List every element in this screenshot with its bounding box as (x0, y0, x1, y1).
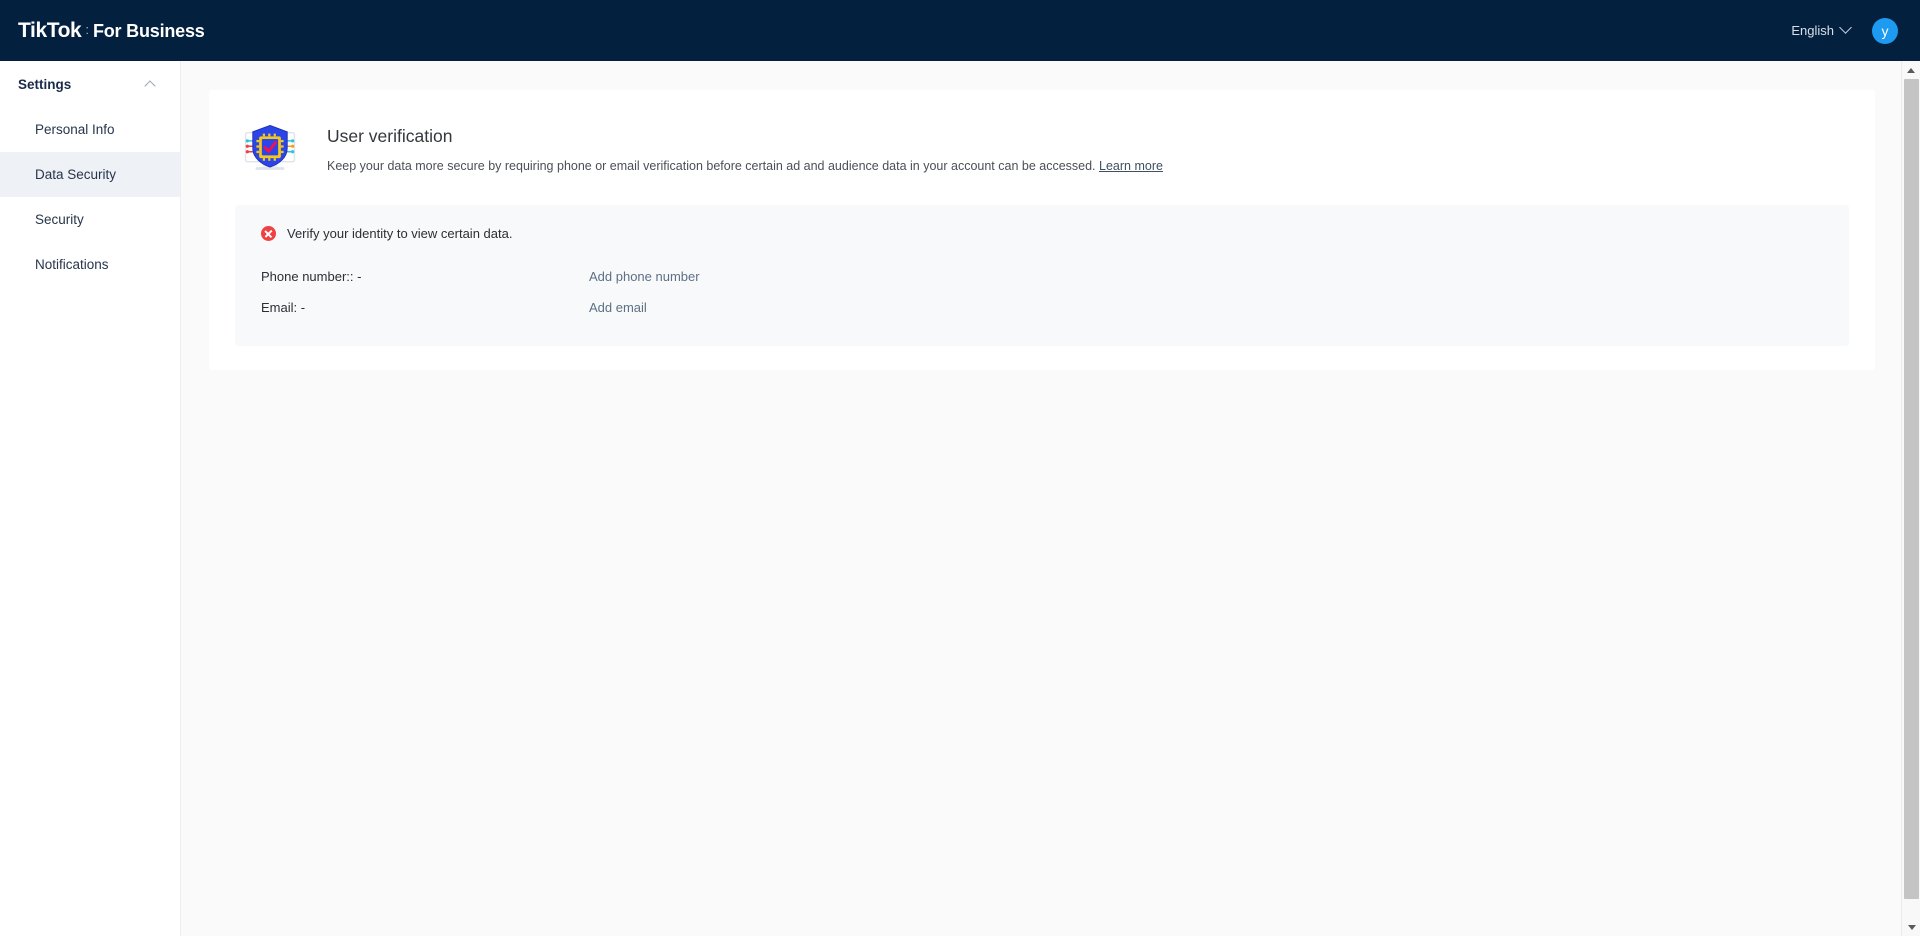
sidebar-item-personal-info[interactable]: Personal Info (0, 107, 180, 152)
phone-number-label: Phone number:: - (261, 269, 362, 284)
scroll-down-arrow-icon (1907, 924, 1916, 930)
tiktok-for-business-logo[interactable]: TikTok : For Business (18, 19, 205, 43)
sidebar-item-label: Personal Info (35, 122, 115, 137)
main-content-area: User verification Keep your data more se… (181, 61, 1901, 936)
card-description: Keep your data more secure by requiring … (327, 158, 1163, 176)
add-phone-number-link[interactable]: Add phone number (589, 269, 700, 284)
chevron-down-icon (1839, 21, 1852, 34)
language-label: English (1791, 23, 1834, 38)
sidebar-item-label: Notifications (35, 257, 109, 272)
verification-panel: Verify your identity to view certain dat… (235, 205, 1849, 346)
avatar[interactable]: y (1872, 17, 1898, 44)
scroll-up-arrow-icon (1907, 67, 1915, 73)
vertical-scrollbar[interactable] (1901, 61, 1920, 936)
sidebar-header-settings[interactable]: Settings (0, 61, 180, 107)
sidebar-item-label: Data Security (35, 167, 117, 182)
top-navigation-bar: TikTok : For Business English y (0, 0, 1920, 61)
sidebar-item-security[interactable]: Security (0, 197, 180, 242)
email-label: Email: - (261, 300, 306, 315)
settings-sidebar: Settings Personal Info Data Security Sec… (0, 61, 181, 936)
chevron-up-icon[interactable] (144, 80, 156, 92)
shield-verification-icon (244, 124, 296, 170)
page-title: User verification (327, 126, 453, 146)
phone-number-row: Phone number:: - Add phone number (261, 261, 1823, 292)
card-description-text: Keep your data more secure by requiring … (327, 159, 1096, 173)
alert-message: Verify your identity to view certain dat… (287, 226, 513, 241)
error-circle-icon (261, 226, 276, 241)
learn-more-link[interactable]: Learn more (1099, 159, 1163, 173)
brand-secondary-text: For Business (92, 20, 205, 41)
sidebar-item-notifications[interactable]: Notifications (0, 242, 180, 287)
brand-primary-text: TikTok (18, 18, 82, 42)
scroll-up-button[interactable] (1902, 61, 1920, 79)
brand-separator: : (85, 21, 89, 37)
sidebar-title: Settings (18, 76, 72, 92)
scrollbar-thumb[interactable] (1904, 79, 1919, 899)
verify-identity-alert: Verify your identity to view certain dat… (261, 226, 1823, 241)
card-header-text: User verification Keep your data more se… (327, 118, 1163, 176)
email-row: Email: - Add email (261, 292, 1823, 323)
add-email-link[interactable]: Add email (589, 300, 647, 315)
scroll-down-button[interactable] (1902, 918, 1920, 936)
sidebar-item-label: Security (35, 212, 84, 227)
sidebar-item-data-security[interactable]: Data Security (0, 152, 180, 197)
card-header: User verification Keep your data more se… (235, 118, 1849, 178)
topbar-right-controls: English y (1791, 17, 1898, 44)
user-verification-card: User verification Keep your data more se… (209, 90, 1875, 370)
language-selector[interactable]: English (1791, 21, 1852, 38)
